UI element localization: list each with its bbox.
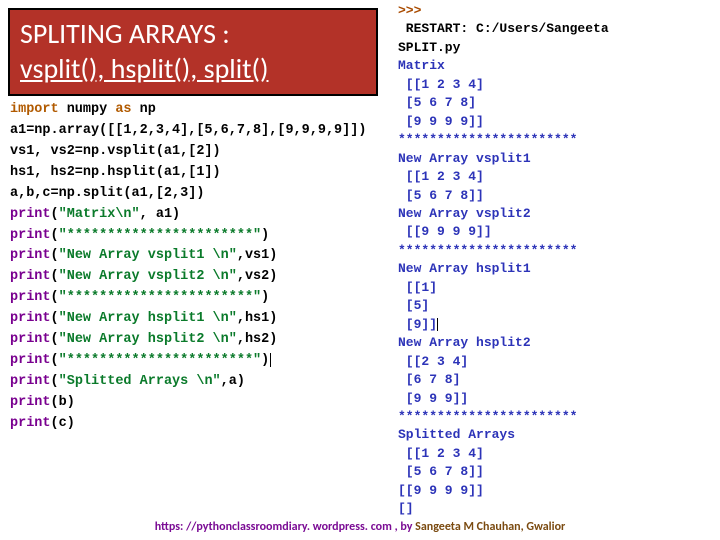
code-line: print("New Array hsplit1 \n",hs1) <box>10 309 380 330</box>
out-line: [5 6 7 8] <box>398 94 718 112</box>
out-line: RESTART: C:/Users/Sangeeta <box>398 20 718 38</box>
out-line: *********************** <box>398 242 718 260</box>
code-line: import numpy as np <box>10 100 380 121</box>
out-line: New Array hsplit1 <box>398 260 718 278</box>
code-line: print(b) <box>10 393 380 414</box>
out-line: SPLIT.py <box>398 39 718 57</box>
code-line: print(c) <box>10 414 380 435</box>
code-line: print("Matrix\n", a1) <box>10 205 380 226</box>
out-line: New Array vsplit2 <box>398 205 718 223</box>
code-line: hs1, hs2=np.hsplit(a1,[1]) <box>10 163 380 184</box>
code-editor: import numpy as np a1=np.array([[1,2,3,4… <box>10 100 380 435</box>
out-line: [[1] <box>398 279 718 297</box>
out-line: [[9 9 9 9]] <box>398 482 718 500</box>
title-line1: SPLITING ARRAYS : <box>20 16 366 51</box>
out-line: [] <box>398 500 718 518</box>
code-line: print("Splitted Arrays \n",a) <box>10 372 380 393</box>
out-line: [[1 2 3 4] <box>398 168 718 186</box>
out-line: [9 9 9]] <box>398 390 718 408</box>
out-line: [6 7 8] <box>398 371 718 389</box>
out-line: [9 9 9 9]] <box>398 113 718 131</box>
shell-output: >>> RESTART: C:/Users/Sangeeta SPLIT.py … <box>398 2 718 519</box>
out-line: [5 6 7 8]] <box>398 187 718 205</box>
slide-title: SPLITING ARRAYS : vsplit(), hsplit(), sp… <box>8 8 378 96</box>
title-line2: vsplit(), hsplit(), split() <box>20 51 366 86</box>
code-line: print("***********************") <box>10 288 380 309</box>
code-line: a,b,c=np.split(a1,[2,3]) <box>10 184 380 205</box>
code-line: print("New Array hsplit2 \n",hs2) <box>10 330 380 351</box>
code-line: print("***********************") <box>10 226 380 247</box>
out-line: New Array vsplit1 <box>398 150 718 168</box>
out-line: [9]] <box>398 316 718 334</box>
out-line: New Array hsplit2 <box>398 334 718 352</box>
out-line: Matrix <box>398 57 718 75</box>
text-cursor <box>437 318 438 331</box>
prompt: >>> <box>398 2 718 20</box>
out-line: [5] <box>398 297 718 315</box>
out-line: [[1 2 3 4] <box>398 76 718 94</box>
text-cursor <box>270 353 271 367</box>
footer-author: Sangeeta M Chauhan, Gwalior <box>412 520 565 534</box>
code-line: vs1, vs2=np.vsplit(a1,[2]) <box>10 142 380 163</box>
code-line: print("New Array vsplit2 \n",vs2) <box>10 267 380 288</box>
out-line: [[2 3 4] <box>398 353 718 371</box>
out-line: Splitted Arrays <box>398 426 718 444</box>
code-line: print("***********************") <box>10 351 380 372</box>
code-line: print("New Array vsplit1 \n",vs1) <box>10 246 380 267</box>
out-line: [[9 9 9 9]] <box>398 223 718 241</box>
footer-link: https: //pythonclassroomdiary. wordpress… <box>155 520 413 534</box>
out-line: *********************** <box>398 131 718 149</box>
out-line: [[1 2 3 4] <box>398 445 718 463</box>
out-line: [5 6 7 8]] <box>398 463 718 481</box>
footer: https: //pythonclassroomdiary. wordpress… <box>0 520 720 534</box>
code-line: a1=np.array([[1,2,3,4],[5,6,7,8],[9,9,9,… <box>10 121 380 142</box>
out-line: *********************** <box>398 408 718 426</box>
